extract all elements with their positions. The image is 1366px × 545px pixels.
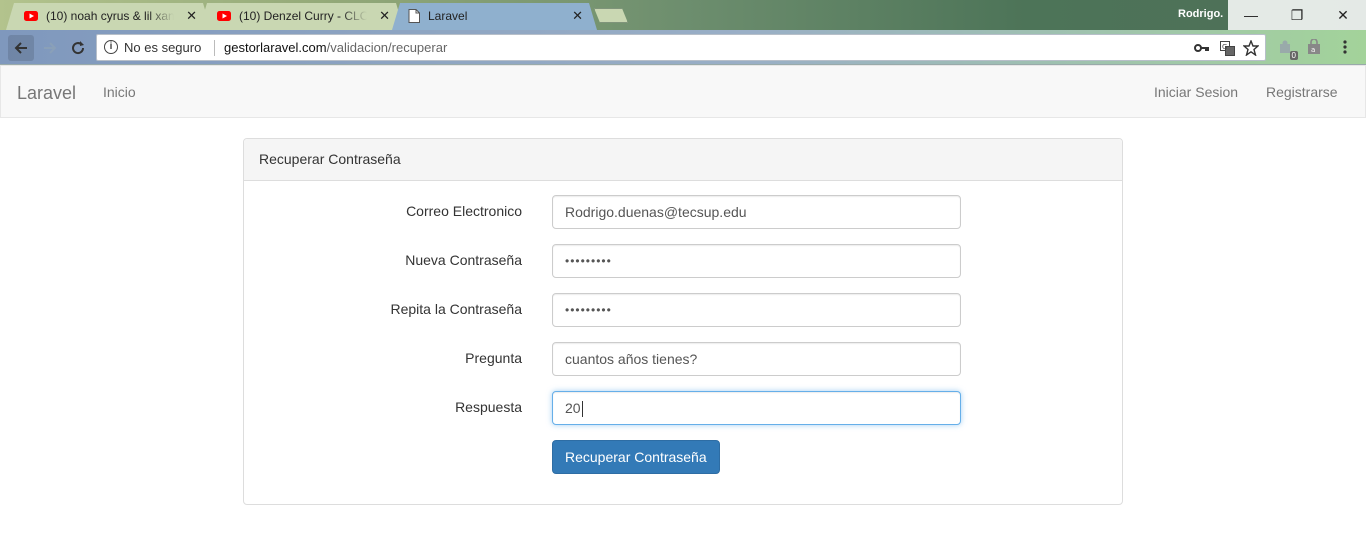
url-text[interactable]: gestorlaravel.com/validacion/recuperar: [224, 40, 447, 55]
tab-denzel-curry[interactable]: (10) Denzel Curry - CLOUT COBAIN ✕: [199, 3, 404, 30]
tab-title: (10) Denzel Curry - CLOUT COBAIN: [239, 9, 367, 23]
url-path: /validacion/recuperar: [326, 40, 448, 55]
tab-laravel[interactable]: Laravel ✕: [392, 3, 597, 30]
form-row-new-password: Nueva Contraseña •••••••••: [244, 244, 1122, 278]
new-tab-button[interactable]: [594, 8, 628, 23]
extension-counter[interactable]: 0: [1276, 37, 1298, 60]
panel-heading: Recuperar Contraseña: [244, 139, 1122, 181]
navbar-brand[interactable]: Laravel: [17, 83, 76, 104]
svg-text:G: G: [1222, 43, 1227, 51]
recover-password-button[interactable]: Recuperar Contraseña: [552, 440, 720, 474]
nav-link-iniciar-sesion[interactable]: Iniciar Sesion: [1154, 84, 1238, 100]
question-input[interactable]: cuantos años tienes?: [552, 342, 961, 376]
tab-noah-cyrus[interactable]: (10) noah cyrus & lil xan - Again ✕: [6, 3, 211, 30]
form-row-email: Correo Electronico Rodrigo.duenas@tecsup…: [244, 195, 1122, 229]
tab-title: (10) noah cyrus & lil xan - Again: [46, 9, 174, 23]
maximize-button[interactable]: ❐: [1274, 0, 1320, 30]
translate-icon[interactable]: G: [1219, 40, 1235, 56]
form-row-repeat-password: Repita la Contraseña •••••••••: [244, 293, 1122, 327]
key-icon[interactable]: [1194, 40, 1210, 56]
email-label: Correo Electronico: [406, 203, 522, 219]
bookmark-star-icon[interactable]: [1243, 40, 1259, 56]
repeat-password-input[interactable]: •••••••••: [552, 293, 961, 327]
forward-button[interactable]: [37, 35, 63, 61]
address-bar[interactable]: i No es seguro gestorlaravel.com/validac…: [96, 34, 1266, 61]
form-row-question: Pregunta cuantos años tienes?: [244, 342, 1122, 376]
text-caret: [581, 401, 583, 418]
extension-bag[interactable]: a: [1304, 37, 1324, 57]
answer-input[interactable]: 20: [552, 391, 961, 425]
security-status[interactable]: No es seguro: [124, 40, 201, 55]
question-label: Pregunta: [465, 350, 522, 366]
svg-text:a: a: [1311, 46, 1315, 54]
repeat-password-label: Repita la Contraseña: [390, 301, 522, 317]
form-row-answer: Respuesta 20: [244, 391, 1122, 425]
youtube-icon: [217, 11, 231, 21]
nav-link-inicio[interactable]: Inicio: [103, 84, 136, 100]
minimize-button[interactable]: —: [1228, 0, 1274, 30]
answer-value: 20: [565, 400, 581, 416]
arrow-right-icon: [44, 42, 57, 54]
tab-close-icon[interactable]: ✕: [186, 8, 197, 24]
url-host: gestorlaravel.com: [224, 40, 327, 55]
browser-titlebar: (10) noah cyrus & lil xan - Again ✕ (10)…: [0, 0, 1366, 30]
reload-icon: [72, 41, 85, 55]
omnibox-divider: [214, 40, 215, 56]
more-vertical-icon: [1343, 40, 1347, 54]
extension-badge: 0: [1289, 51, 1298, 60]
tab-title: Laravel: [428, 9, 468, 23]
site-navbar: Laravel Inicio Iniciar Sesion Registrars…: [0, 65, 1366, 118]
profile-name[interactable]: Rodrigo.: [1178, 8, 1223, 20]
reload-button[interactable]: [65, 35, 91, 61]
new-password-label: Nueva Contraseña: [405, 252, 522, 268]
info-icon[interactable]: i: [104, 40, 118, 54]
youtube-icon: [24, 11, 38, 21]
answer-label: Respuesta: [455, 399, 522, 415]
arrow-left-icon: [14, 42, 27, 54]
nav-link-registrarse[interactable]: Registrarse: [1266, 84, 1338, 100]
new-password-input[interactable]: •••••••••: [552, 244, 961, 278]
back-button[interactable]: [8, 35, 34, 61]
close-window-button[interactable]: ✕: [1320, 0, 1366, 30]
page-icon: [408, 9, 420, 23]
chrome-menu-button[interactable]: [1335, 37, 1355, 57]
tab-close-icon[interactable]: ✕: [379, 8, 390, 24]
tab-close-icon[interactable]: ✕: [572, 8, 583, 24]
recover-password-panel: Recuperar Contraseña Correo Electronico …: [243, 138, 1123, 505]
email-input[interactable]: Rodrigo.duenas@tecsup.edu: [552, 195, 961, 229]
shopping-bag-icon: a: [1308, 39, 1320, 54]
